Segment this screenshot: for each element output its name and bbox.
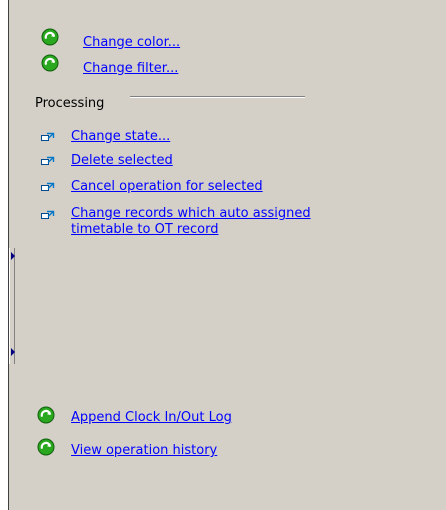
link-arrow-icon[interactable] — [41, 182, 55, 192]
cancel-operation-link[interactable]: Cancel operation for selected — [71, 179, 263, 194]
view-operation-history-link[interactable]: View operation history — [71, 443, 217, 458]
green-refresh-icon[interactable] — [37, 438, 55, 456]
section-title-processing: Processing — [35, 96, 105, 111]
change-state-link[interactable]: Change state... — [71, 129, 170, 144]
link-arrow-icon[interactable] — [41, 210, 55, 220]
green-refresh-icon[interactable] — [37, 406, 55, 424]
expand-arrow-icon[interactable] — [11, 348, 15, 356]
expand-arrow-icon[interactable] — [11, 252, 15, 260]
link-arrow-icon[interactable] — [41, 132, 55, 142]
green-refresh-icon[interactable] — [41, 54, 59, 72]
section-divider — [130, 96, 305, 98]
panel-splitter[interactable] — [9, 248, 15, 364]
change-filter-link[interactable]: Change filter... — [83, 61, 178, 76]
append-clock-log-link[interactable]: Append Clock In/Out Log — [71, 410, 232, 425]
green-refresh-icon[interactable] — [41, 28, 59, 46]
link-arrow-icon[interactable] — [41, 156, 55, 166]
task-panel: Change color... Change filter... Process… — [8, 0, 446, 510]
change-records-ot-link[interactable]: Change records which auto assigned timet… — [71, 206, 371, 238]
delete-selected-link[interactable]: Delete selected — [71, 153, 173, 168]
change-color-link[interactable]: Change color... — [83, 35, 180, 50]
